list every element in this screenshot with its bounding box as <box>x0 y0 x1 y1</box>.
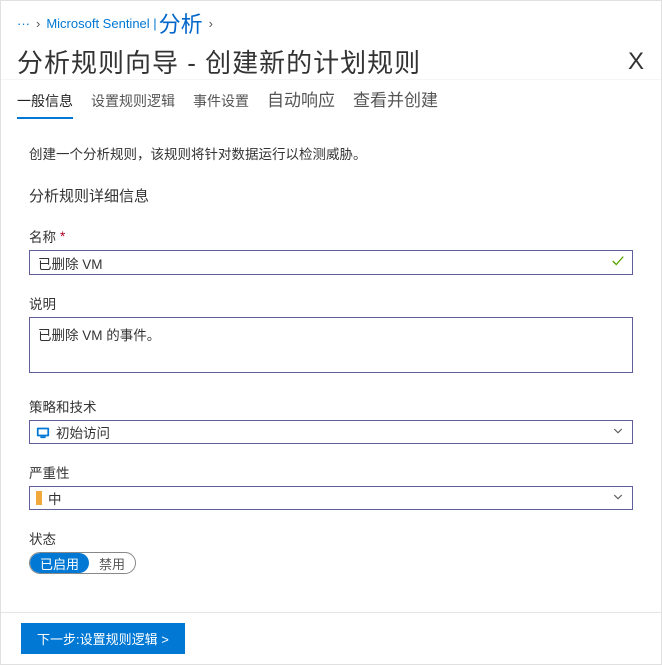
severity-select[interactable]: 中 <box>29 486 633 510</box>
severity-color-icon <box>36 491 42 505</box>
tab-automated-response[interactable]: 自动响应 <box>267 86 335 117</box>
service-icon <box>36 425 50 439</box>
chevron-down-icon <box>612 491 624 506</box>
severity-value: 中 <box>48 488 62 508</box>
breadcrumb-ellipsis[interactable]: ··· <box>17 16 30 31</box>
name-input[interactable] <box>29 250 633 275</box>
breadcrumb-separator-2: › <box>209 16 213 31</box>
name-label-text: 名称 <box>29 226 56 246</box>
next-button[interactable]: 下一步:设置规则逻辑 > <box>21 623 185 654</box>
tab-bar: 一般信息 设置规则逻辑 事件设置 自动响应 查看并创建 <box>1 80 661 119</box>
description-label: 说明 <box>29 293 633 313</box>
tab-general[interactable]: 一般信息 <box>17 91 73 119</box>
severity-label: 严重性 <box>29 462 633 482</box>
content-scroll[interactable]: 一般信息 设置规则逻辑 事件设置 自动响应 查看并创建 创建一个分析规则，该规则… <box>1 79 661 617</box>
field-name: 名称 * <box>29 226 633 275</box>
tactics-value: 初始访问 <box>56 422 110 442</box>
content-area: 创建一个分析规则，该规则将针对数据运行以检测威胁。 分析规则详细信息 名称 * … <box>1 119 661 612</box>
required-indicator: * <box>60 229 65 244</box>
breadcrumb-separator: › <box>36 16 40 31</box>
breadcrumb-current[interactable]: 分析 <box>159 7 203 39</box>
field-severity: 严重性 中 <box>29 462 633 510</box>
check-icon <box>611 254 625 272</box>
intro-text: 创建一个分析规则，该规则将针对数据运行以检测威胁。 <box>29 143 633 163</box>
breadcrumb-parent[interactable]: Microsoft Sentinel | <box>46 16 156 31</box>
status-toggle[interactable]: 已启用 禁用 <box>29 552 136 574</box>
section-heading-detail: 分析规则详细信息 <box>29 185 633 206</box>
description-input[interactable]: 已删除 VM 的事件。 <box>29 317 633 373</box>
tactics-label: 策略和技术 <box>29 396 633 416</box>
tactics-select[interactable]: 初始访问 <box>29 420 633 444</box>
chevron-down-icon <box>612 425 624 440</box>
field-status: 状态 已启用 禁用 <box>29 528 633 574</box>
page-title: 分析规则向导 - 创建新的计划规则 <box>17 43 421 80</box>
close-button[interactable]: X <box>628 48 645 76</box>
field-tactics: 策略和技术 初始访问 <box>29 396 633 444</box>
status-enabled-option[interactable]: 已启用 <box>30 553 89 573</box>
name-input-wrap <box>29 250 633 275</box>
tab-review-create[interactable]: 查看并创建 <box>353 86 438 117</box>
breadcrumb: ··· › Microsoft Sentinel | 分析 › <box>1 1 661 39</box>
field-description: 说明 已删除 VM 的事件。 <box>29 293 633 378</box>
status-label: 状态 <box>29 528 633 548</box>
tab-rule-logic[interactable]: 设置规则逻辑 <box>91 91 175 117</box>
footer: 下一步:设置规则逻辑 > <box>1 612 661 664</box>
status-disabled-option[interactable]: 禁用 <box>89 553 135 573</box>
name-label: 名称 * <box>29 226 633 246</box>
tab-incident-settings[interactable]: 事件设置 <box>193 91 249 117</box>
